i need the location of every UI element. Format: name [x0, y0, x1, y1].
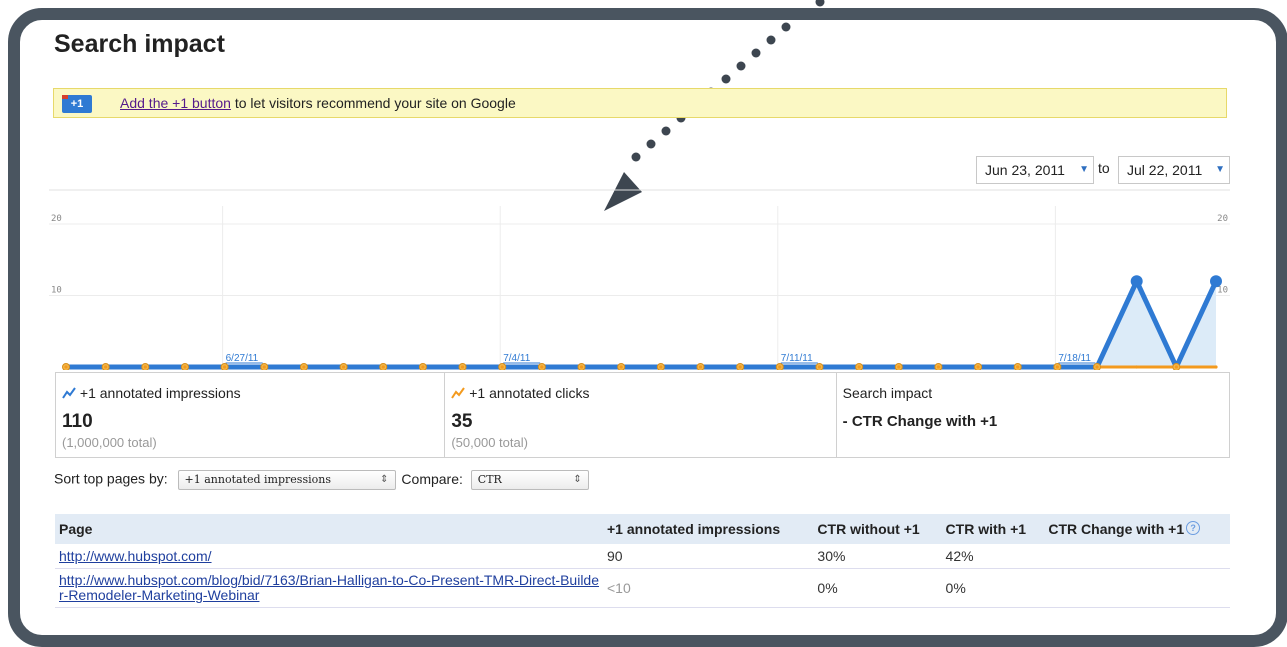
stat-impressions-value: 110 — [62, 411, 93, 432]
ctr-change-cell — [1044, 568, 1230, 608]
ctr-without-cell: 0% — [813, 568, 942, 608]
y-tick-label-left: 10 — [51, 286, 62, 296]
ctr-with-cell: 0% — [941, 568, 1045, 608]
col-impressions[interactable]: +1 annotated impressions — [603, 514, 814, 544]
clicks-point — [460, 365, 465, 369]
clicks-point — [1135, 365, 1139, 369]
stat-impact-value: - CTR Change with +1 — [842, 413, 998, 430]
clicks-point — [857, 365, 861, 369]
x-tick-label: 7/18/11 — [1058, 353, 1091, 364]
top-pages-table: Page +1 annotated impressions CTR withou… — [55, 514, 1230, 608]
stat-clicks-label: +1 annotated clicks — [451, 385, 589, 401]
x-tick-label: 7/11/11 — [781, 353, 813, 364]
promo-rest-text: to let visitors recommend your site on G… — [230, 95, 516, 111]
blue-trend-icon — [62, 387, 76, 399]
table-row: http://www.hubspot.com/ 90 30% 42% — [55, 544, 1230, 569]
clicks-point — [1016, 365, 1020, 369]
page-title: Search impact — [54, 30, 225, 58]
clicks-point — [698, 365, 703, 369]
clicks-point — [183, 365, 187, 369]
promo-text: Add the +1 button to let visitors recomm… — [120, 95, 516, 111]
x-tick-label: 7/4/11 — [503, 353, 530, 364]
clicks-point — [1214, 365, 1218, 369]
clicks-point — [1095, 365, 1099, 369]
compare-label: Compare: — [401, 470, 463, 487]
clicks-point — [540, 365, 544, 369]
chevron-down-icon: ▼ — [1215, 164, 1225, 175]
clicks-point — [341, 365, 346, 369]
ctr-with-cell: 42% — [941, 544, 1045, 569]
impressions-point — [1210, 275, 1222, 288]
help-icon[interactable]: ? — [1186, 521, 1201, 535]
clicks-point — [1174, 365, 1178, 369]
stat-clicks-total: (50,000 total) — [451, 435, 528, 450]
clicks-point — [579, 365, 584, 369]
end-date-select[interactable]: Jul 22, 2011 ▼ — [1118, 156, 1230, 184]
sort-select[interactable]: +1 annotated impressions ⇕ — [177, 470, 396, 490]
clicks-point — [936, 365, 941, 369]
select-arrows-icon: ⇕ — [573, 474, 582, 485]
clicks-point — [817, 365, 822, 369]
end-date-value: Jul 22, 2011 — [1127, 162, 1203, 178]
add-plusone-link[interactable]: Add the +1 button — [120, 95, 231, 111]
clicks-point — [897, 365, 901, 369]
stat-search-impact[interactable]: Search impact - CTR Change with +1 — [837, 373, 1229, 457]
stat-impressions-label: +1 annotated impressions — [62, 385, 241, 401]
impressions-cell: 90 — [603, 544, 814, 569]
compare-selected-value: CTR — [477, 473, 502, 486]
stat-impact-label: Search impact — [842, 385, 933, 401]
orange-trend-icon — [451, 387, 466, 399]
compare-select[interactable]: CTR ⇕ — [470, 470, 589, 490]
clicks-point — [738, 365, 742, 369]
clicks-point — [500, 365, 504, 369]
plusone-promo-bar: +1 Add the +1 button to let visitors rec… — [53, 88, 1227, 118]
stat-clicks[interactable]: +1 annotated clicks 35 (50,000 total) — [445, 373, 837, 457]
date-to-label: to — [1098, 160, 1110, 176]
clicks-point — [262, 365, 266, 369]
table-row: http://www.hubspot.com/blog/bid/7163/Bri… — [55, 568, 1230, 608]
start-date-select[interactable]: Jun 23, 2011 ▼ — [976, 156, 1094, 184]
col-ctr-without[interactable]: CTR without +1 — [813, 514, 942, 544]
plusone-icon: +1 — [62, 95, 92, 113]
clicks-point — [659, 365, 663, 369]
col-page[interactable]: Page — [55, 514, 603, 544]
stat-impressions-total: (1,000,000 total) — [62, 435, 157, 450]
sort-row: Sort top pages by: +1 annotated impressi… — [54, 470, 589, 490]
clicks-point — [223, 365, 227, 369]
clicks-point — [1055, 365, 1059, 369]
stat-clicks-value: 35 — [451, 411, 473, 432]
impressions-point — [1130, 275, 1143, 288]
clicks-point — [104, 365, 108, 369]
stats-summary: +1 annotated impressions 110 (1,000,000 … — [55, 372, 1230, 458]
start-date-value: Jun 23, 2011 — [985, 162, 1065, 178]
y-tick-label-right: 20 — [1217, 214, 1228, 224]
clicks-point — [143, 365, 147, 369]
sort-label: Sort top pages by: — [54, 470, 168, 487]
select-arrows-icon: ⇕ — [380, 474, 389, 485]
ctr-without-cell: 30% — [813, 544, 942, 569]
ctr-change-cell — [1044, 544, 1230, 569]
impact-chart: 20 20 10 10 6/27/11 7/4/11 7/11/11 7/18/11 — [49, 188, 1230, 370]
col-ctr-change[interactable]: CTR Change with +1? — [1044, 514, 1230, 544]
clicks-point — [302, 365, 306, 369]
clicks-point — [421, 365, 425, 369]
clicks-point — [64, 365, 68, 369]
x-tick-label: 6/27/11 — [226, 353, 259, 364]
y-tick-label-right: 10 — [1217, 286, 1228, 296]
clicks-point — [778, 365, 782, 369]
impressions-cell: <10 — [603, 568, 814, 608]
clicks-point — [381, 365, 385, 369]
col-ctr-with[interactable]: CTR with +1 — [941, 514, 1045, 544]
stat-impressions[interactable]: +1 annotated impressions 110 (1,000,000 … — [56, 373, 446, 457]
y-tick-label-left: 20 — [51, 214, 62, 224]
sort-selected-value: +1 annotated impressions — [184, 473, 331, 486]
clicks-point — [619, 365, 623, 369]
chevron-down-icon: ▼ — [1079, 164, 1089, 175]
table-header-row: Page +1 annotated impressions CTR withou… — [55, 514, 1230, 544]
page-link[interactable]: http://www.hubspot.com/ — [59, 548, 212, 564]
page-link[interactable]: http://www.hubspot.com/blog/bid/7163/Bri… — [59, 573, 599, 603]
clicks-point — [976, 365, 980, 369]
